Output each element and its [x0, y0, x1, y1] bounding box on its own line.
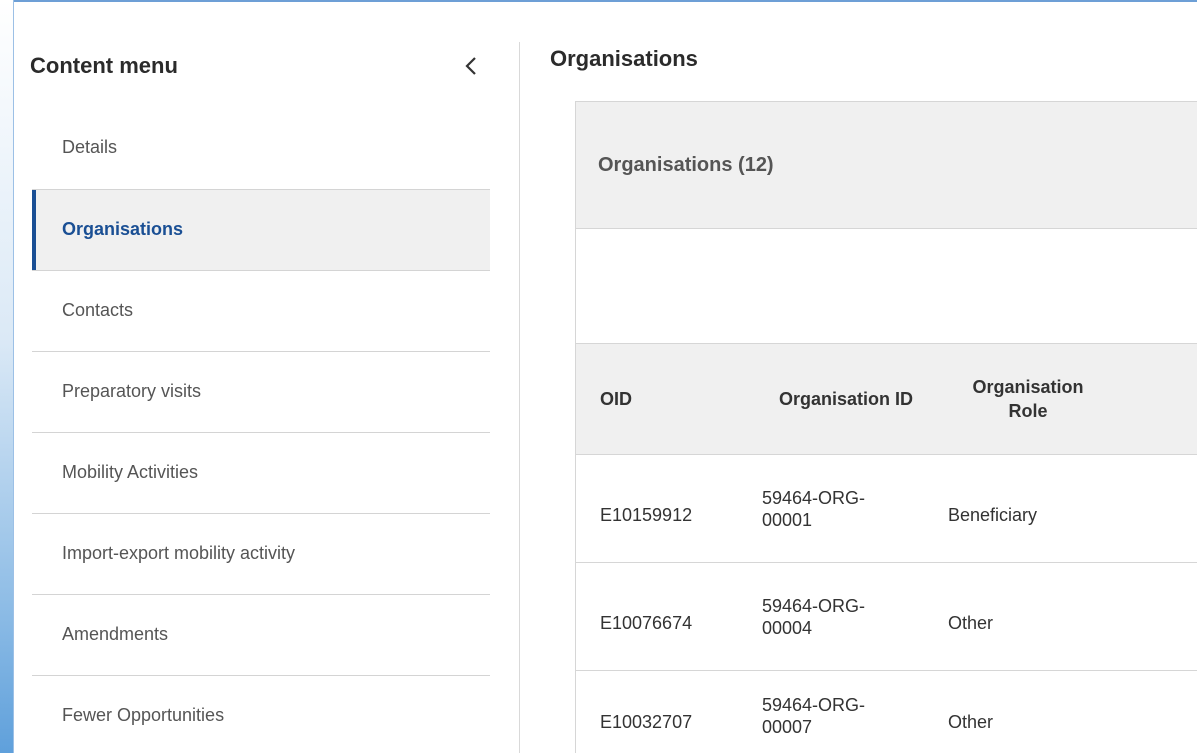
menu-item-contacts[interactable]: Contacts [32, 271, 490, 352]
menu-item-label: Mobility Activities [62, 461, 199, 482]
menu-item-details[interactable]: Details [32, 108, 490, 190]
sidebar-divider [519, 42, 520, 753]
cell-oid: E10032707 [576, 670, 752, 753]
menu-item-label: Amendments [62, 623, 169, 644]
cell-organisation-id: 59464-ORG-00004 [752, 562, 940, 671]
column-header-organisation-id[interactable]: Organisation ID [752, 343, 940, 455]
card-title: Organisations (12) [598, 153, 774, 176]
collapse-sidebar-button[interactable] [456, 51, 486, 81]
table-row[interactable]: E10032707 59464-ORG-00007 Other [576, 670, 1197, 753]
menu-item-preparatory-visits[interactable]: Preparatory visits [32, 352, 490, 433]
column-header-organisation-role[interactable]: Organisation Role [940, 343, 1197, 455]
menu-item-label: Fewer Opportunities [62, 704, 225, 725]
column-header-oid[interactable]: OID [576, 343, 752, 455]
card-toolbar-area [576, 229, 1197, 343]
cell-oid: E10076674 [576, 562, 752, 671]
cell-organisation-role: Other [940, 562, 1197, 671]
chevron-left-icon [465, 57, 476, 75]
menu-item-amendments[interactable]: Amendments [32, 595, 490, 676]
organisations-table: OID Organisation ID Organisation Role E1… [576, 343, 1197, 753]
menu-item-mobility-activities[interactable]: Mobility Activities [32, 433, 490, 514]
menu-item-organisations[interactable]: Organisations [32, 190, 490, 271]
cell-organisation-id: 59464-ORG-00007 [752, 670, 940, 753]
cell-oid: E10159912 [576, 454, 752, 563]
menu-item-import-export[interactable]: Import-export mobility activity [32, 514, 490, 595]
menu-item-label: Details [62, 137, 118, 157]
cell-organisation-id: 59464-ORG-00001 [752, 454, 940, 563]
organisation-id-text: 59464-ORG-00001 [762, 487, 866, 530]
table-row[interactable]: E10076674 59464-ORG-00004 Other [576, 562, 1197, 671]
card-header: Organisations (12) [576, 102, 1197, 229]
column-header-label: Organisation Role [972, 377, 1084, 421]
menu-item-label: Organisations [62, 218, 184, 239]
table-header-row: OID Organisation ID Organisation Role [576, 343, 1197, 455]
organisation-id-text: 59464-ORG-00007 [762, 694, 866, 737]
menu-item-label: Preparatory visits [62, 380, 202, 401]
app-frame: Content menu Details Organisations Conta… [0, 0, 1197, 753]
cell-organisation-role: Other [940, 670, 1197, 753]
page-title: Organisations [550, 46, 698, 71]
table-row[interactable]: E10159912 59464-ORG-00001 Beneficiary [576, 454, 1197, 563]
organisations-card: Organisations (12) OID Organisation ID O… [575, 101, 1197, 753]
cell-organisation-role: Beneficiary [940, 454, 1197, 563]
column-header-label: Organisation ID [778, 389, 913, 409]
window-edge [0, 0, 14, 753]
content-menu-list: Details Organisations Contacts Preparato… [32, 108, 490, 753]
content-menu-sidebar: Content menu Details Organisations Conta… [14, 2, 490, 753]
menu-item-fewer-opportunities[interactable]: Fewer Opportunities [32, 676, 490, 753]
sidebar-title: Content menu [30, 53, 178, 78]
menu-item-label: Import-export mobility activity [62, 542, 296, 563]
organisation-id-text: 59464-ORG-00004 [762, 595, 866, 638]
menu-item-label: Contacts [62, 299, 134, 320]
sidebar-header: Content menu [30, 50, 490, 82]
